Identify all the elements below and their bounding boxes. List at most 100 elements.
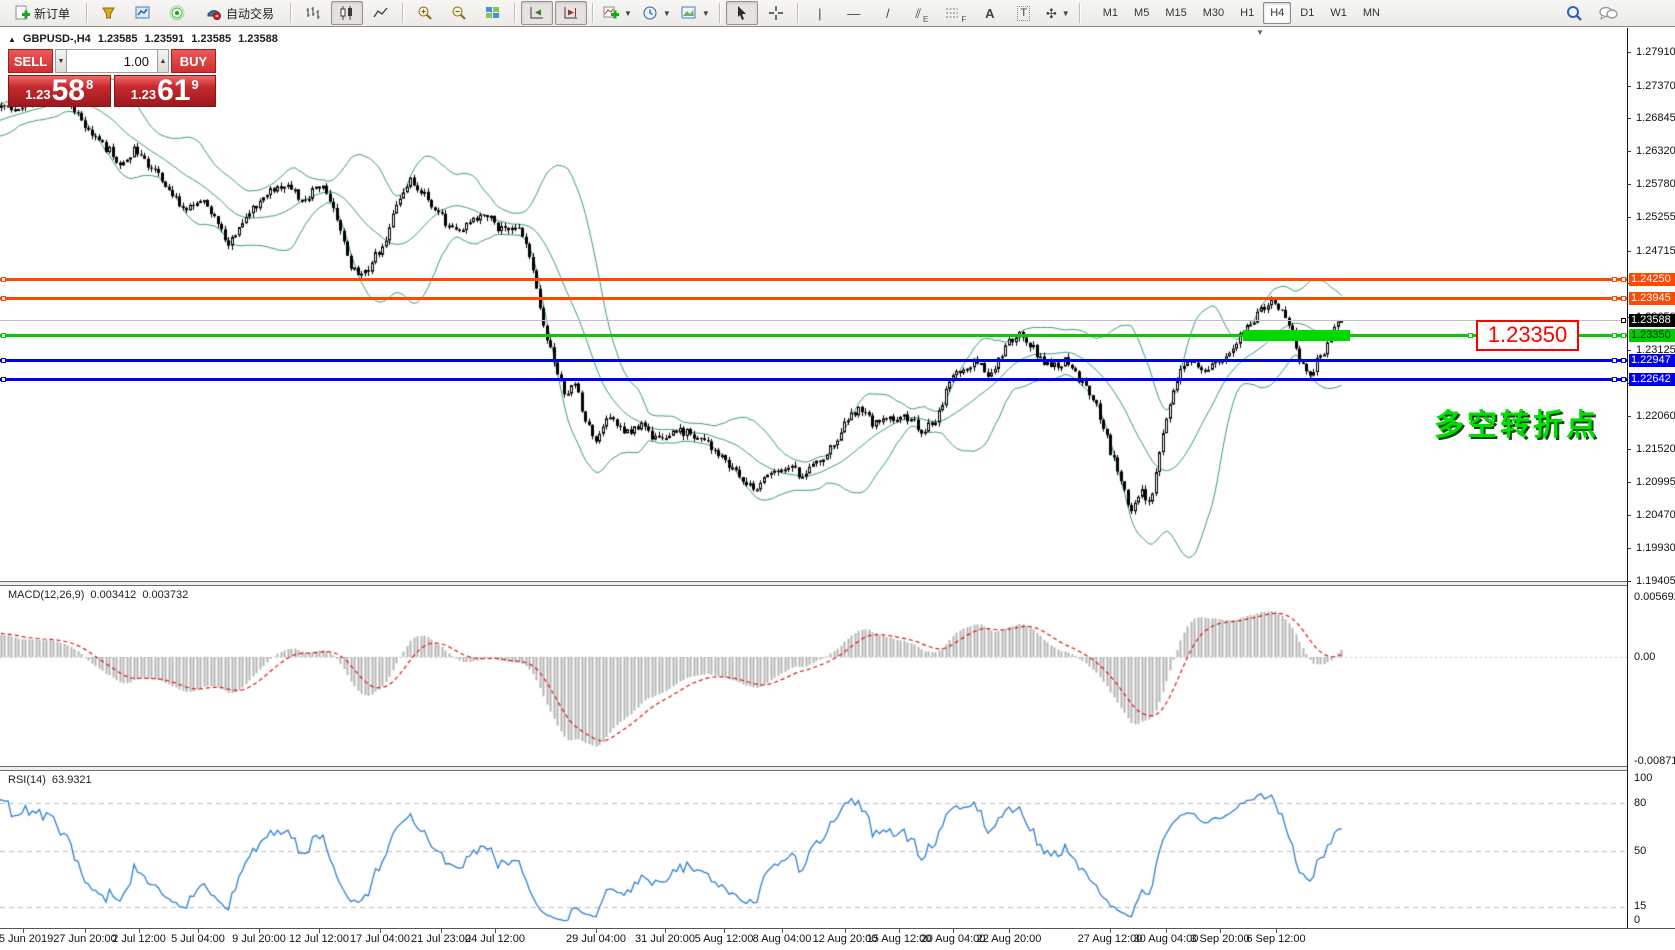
highlight-band[interactable] <box>1243 330 1350 341</box>
signal-icon <box>169 5 185 21</box>
signal-button[interactable] <box>161 1 193 25</box>
arrows-icon: ✣ <box>1046 7 1057 20</box>
sell-price-box[interactable]: 1.23 58 8 <box>8 75 111 107</box>
line-handle[interactable] <box>1 333 6 338</box>
macd-name: MACD(12,26,9) <box>8 589 84 601</box>
fibonacci-tool-button[interactable]: F <box>940 1 972 25</box>
price-tick-label: 1.24715 <box>1636 245 1675 257</box>
line-handle[interactable] <box>1612 333 1617 338</box>
chart-shift-marker[interactable]: ▼ <box>1256 28 1264 37</box>
price-badge-1.22642: 1.22642 <box>1629 373 1675 386</box>
cursor-tool-button[interactable] <box>726 1 758 25</box>
price-tick-label: 1.27370 <box>1636 80 1675 92</box>
search-button[interactable] <box>1558 1 1590 25</box>
toolbar: 新订单 自动交易 <box>0 0 1675 27</box>
time-axis-label: 5 Aug 12:00 <box>695 933 754 945</box>
toolbar-separator <box>290 3 292 23</box>
price-level-annotation[interactable]: 1.23350 <box>1476 320 1579 351</box>
chat-button[interactable] <box>1592 1 1624 25</box>
tf-H4-button[interactable]: H4 <box>1263 2 1291 24</box>
horizontal-line-1.22947[interactable] <box>0 359 1627 362</box>
zoom-out-icon <box>451 5 467 21</box>
tf-W1-button[interactable]: W1 <box>1323 2 1354 24</box>
horizontal-line-tool-button[interactable]: — <box>838 1 870 25</box>
chart-window-button[interactable] <box>127 1 159 25</box>
volume-input[interactable] <box>67 49 157 73</box>
chart-canvas[interactable] <box>0 0 1675 949</box>
price-tick-label: 1.26845 <box>1636 112 1675 124</box>
time-axis-label: 3 Sep 20:00 <box>1190 933 1249 945</box>
time-axis-label: 8 Aug 04:00 <box>753 933 812 945</box>
line-handle[interactable] <box>1468 333 1473 338</box>
auto-scroll-button[interactable] <box>521 1 553 25</box>
horizontal-line-1.23350[interactable] <box>0 334 1627 337</box>
chevron-down-icon: ▼ <box>624 9 632 18</box>
templates-button[interactable]: ▼ <box>677 1 714 25</box>
price-tick-label: 1.25255 <box>1636 211 1675 223</box>
time-axis-label: 29 Jul 04:00 <box>566 933 626 945</box>
styles-button[interactable] <box>93 1 125 25</box>
line-handle[interactable] <box>1612 296 1617 301</box>
chart-window-icon <box>135 5 151 21</box>
price-tick-mark <box>1627 548 1631 549</box>
line-handle[interactable] <box>1 277 6 282</box>
macd-value-main: 0.003412 <box>90 589 136 601</box>
chart-bars-button[interactable] <box>297 1 329 25</box>
chart-bars-icon <box>305 5 321 21</box>
chart-shift-button[interactable] <box>555 1 587 25</box>
horizontal-line-1.22642[interactable] <box>0 378 1627 381</box>
price-tick-mark <box>1627 118 1631 119</box>
chart-candles-button[interactable] <box>331 1 363 25</box>
tf-MN-button[interactable]: MN <box>1356 2 1387 24</box>
line-handle[interactable] <box>1 358 6 363</box>
line-handle[interactable] <box>1612 277 1617 282</box>
tf-M15-button[interactable]: M15 <box>1158 2 1193 24</box>
channel-tool-button[interactable]: ⫽ E <box>906 1 938 25</box>
tf-M5-button[interactable]: M5 <box>1127 2 1156 24</box>
horizontal-line-1.24250[interactable] <box>0 278 1627 281</box>
new-order-button[interactable]: 新订单 <box>3 1 81 25</box>
sell-button[interactable]: SELL <box>8 49 53 73</box>
autotrading-button[interactable]: 自动交易 <box>195 1 285 25</box>
tf-H1-button[interactable]: H1 <box>1233 2 1261 24</box>
tf-D1-button[interactable]: D1 <box>1293 2 1321 24</box>
volume-decrease-button[interactable]: ▼ <box>55 49 67 73</box>
line-handle[interactable] <box>1 377 6 382</box>
periods-button[interactable]: ▼ <box>638 1 675 25</box>
panel-separator-macd[interactable] <box>0 581 1627 586</box>
line-handle[interactable] <box>1 296 6 301</box>
buy-price-prefix: 1.23 <box>131 87 156 102</box>
quote-low: 1.23585 <box>191 33 231 45</box>
quote-line: ▲ GBPUSD-,H4 1.23585 1.23591 1.23585 1.2… <box>8 33 278 45</box>
text-tool-button[interactable]: A <box>974 1 1006 25</box>
horizontal-line-1.23588[interactable] <box>0 320 1627 321</box>
price-tick-label: 1.26320 <box>1636 145 1675 157</box>
volume-increase-button[interactable]: ▲ <box>157 49 169 73</box>
trendline-icon: / <box>886 7 890 20</box>
buy-button[interactable]: BUY <box>171 49 216 73</box>
arrows-tool-button[interactable]: ✣ ▼ <box>1042 1 1074 25</box>
vertical-line-tool-button[interactable]: | <box>804 1 836 25</box>
line-handle[interactable] <box>1612 377 1617 382</box>
tf-M1-button[interactable]: M1 <box>1096 2 1125 24</box>
time-axis-label: 5 Jul 04:00 <box>171 933 225 945</box>
pivot-annotation[interactable]: 多空转折点 <box>1434 400 1599 444</box>
horizontal-line-1.23945[interactable] <box>0 297 1627 300</box>
crosshair-tool-button[interactable] <box>760 1 792 25</box>
tf-M30-button[interactable]: M30 <box>1196 2 1231 24</box>
price-tick-mark <box>1627 251 1631 252</box>
trendline-tool-button[interactable]: / <box>872 1 904 25</box>
price-tick-mark <box>1627 52 1631 53</box>
chart-line-icon <box>373 5 389 21</box>
panel-separator-rsi[interactable] <box>0 766 1627 771</box>
collapse-triangle-icon[interactable]: ▲ <box>8 35 16 44</box>
zoom-out-button[interactable] <box>443 1 475 25</box>
text-label-tool-button[interactable]: T <box>1008 1 1040 25</box>
indicators-button[interactable]: ▼ <box>599 1 636 25</box>
line-handle[interactable] <box>1612 358 1617 363</box>
cursor-icon <box>734 5 750 21</box>
buy-price-box[interactable]: 1.23 61 9 <box>114 75 217 107</box>
tile-windows-button[interactable] <box>477 1 509 25</box>
zoom-in-button[interactable] <box>409 1 441 25</box>
chart-line-button[interactable] <box>365 1 397 25</box>
